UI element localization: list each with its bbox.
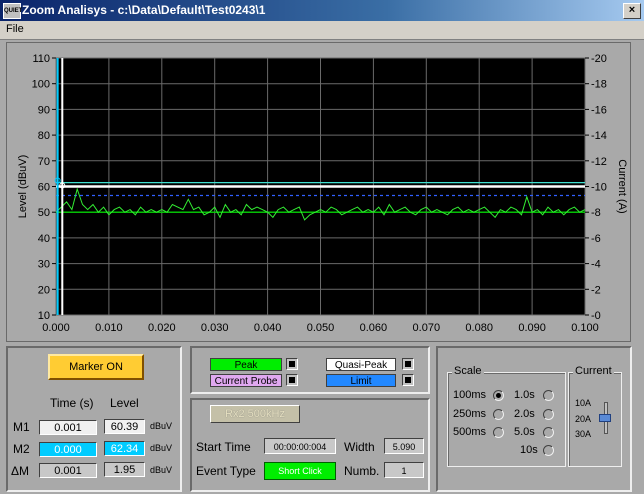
x-tick-label: 0.050 [307,322,335,334]
scale-1s-label: 1.0s [514,389,535,401]
x-tick-label: 0.080 [465,322,493,334]
current-probe-checkbox[interactable] [286,374,298,386]
x-tick-label: 0.010 [95,322,123,334]
y-tick-label: 50 [38,207,50,219]
scale-250ms-label: 250ms [453,408,487,420]
delta-level-field: 1.95 [104,462,145,477]
scale-100ms-label: 100ms [453,389,487,401]
m1-level-field: 60.39 [104,419,145,434]
scale-2s-label: 2.0s [514,408,535,420]
scale-10s-label: 10s [520,444,538,456]
limit-checkbox[interactable] [402,374,414,386]
y-tick-label: 10 [38,310,50,322]
current-10a-label: 10A [575,398,592,408]
x-tick-label: 0.060 [360,322,388,334]
delta-unit: dBuV [150,465,173,475]
m1-time-field: 0.001 [39,420,97,435]
y2-tick-label: -12 [591,156,607,168]
y2-tick-label: -16 [591,104,607,116]
y-axis-label: Level (dBuV) [17,155,29,219]
current-30a-label: 30A [575,429,592,439]
y-tick-label: 60 [38,182,50,194]
scale-500ms-label: 500ms [453,426,487,438]
current-title: Current [573,365,614,377]
x-tick-label: 0.030 [201,322,229,334]
current-20a-label: 20A [575,414,592,424]
scale-5s-radio[interactable] [543,427,554,438]
width-field: 5.090 [384,438,424,454]
legend-limit: Limit [326,374,396,387]
m2-unit: dBuV [150,443,173,453]
event-type-field: Short Click [264,462,336,480]
width-label: Width [344,440,375,454]
y2-tick-label: -4 [591,259,601,271]
marker-on-button[interactable]: Marker ON [48,354,144,380]
y2-axis-label: Current (A) [616,159,628,213]
y2-tick-label: -8 [591,207,601,219]
y2-tick-label: -18 [591,79,607,91]
legend-quasi-peak: Quasi-Peak [326,358,396,371]
numb-field: 1 [384,462,424,478]
event-type-label: Event Type [196,464,256,478]
start-time-label: Start Time [196,440,251,454]
scale-1s-radio[interactable] [543,390,554,401]
y-tick-label: 80 [38,130,50,142]
zoom-chart[interactable]: 0.000 0.010 0.020 0.030 0.040 0.050 0.060 0.070… [0,0,644,345]
scale-500ms-radio[interactable] [493,427,504,438]
peak-checkbox[interactable] [286,358,298,370]
m1-unit: dBuV [150,421,173,431]
start-time-field: 00:00:00:004 [264,438,336,454]
y-tick-label: 20 [38,284,50,296]
m2-level-field: 62.34 [104,441,145,456]
level-column-header: Level [110,396,139,410]
x-tick-label: 0.040 [254,322,282,334]
scale-100ms-radio[interactable] [493,390,504,401]
scale-title: Scale [452,365,484,377]
y2-tick-label: -2 [591,284,601,296]
y-tick-label: 110 [32,53,50,65]
x-tick-label: 0.020 [148,322,176,334]
m2-label: M2 [13,442,30,456]
y-tick-label: 100 [32,79,50,91]
m2-time-field: 0.000 [39,442,97,457]
x-tick-label: 0.000 [42,322,70,334]
delta-m-label: ΔM [11,464,30,478]
scale-10s-radio[interactable] [543,445,554,456]
x-tick-label: 0.100 [571,322,599,334]
y2-tick-label: -6 [591,233,601,245]
scale-250ms-radio[interactable] [493,409,504,420]
y2-tick-label: -0 [591,310,601,322]
quasi-peak-checkbox[interactable] [402,358,414,370]
y-tick-label: 90 [38,104,50,116]
scale-2s-radio[interactable] [543,409,554,420]
y2-tick-label: -14 [591,130,607,142]
current-slider-thumb[interactable] [599,414,611,422]
time-column-header: Time (s) [50,396,94,410]
numb-label: Numb. [344,464,380,478]
y-tick-label: 40 [38,233,50,245]
m1-label: M1 [13,420,30,434]
y-tick-label: 30 [38,259,50,271]
y2-tick-label: -20 [591,53,607,65]
delta-time-field: 0.001 [39,463,97,478]
x-tick-label: 0.070 [413,322,441,334]
rx2-button[interactable]: Rx2 500kHz [210,405,300,423]
legend-current-probe: Current Probe [210,374,282,387]
scale-5s-label: 5.0s [514,426,535,438]
y2-tick-label: -10 [591,182,607,194]
y-tick-label: 70 [38,156,50,168]
legend-peak: Peak [210,358,282,371]
x-tick-label: 0.090 [518,322,546,334]
